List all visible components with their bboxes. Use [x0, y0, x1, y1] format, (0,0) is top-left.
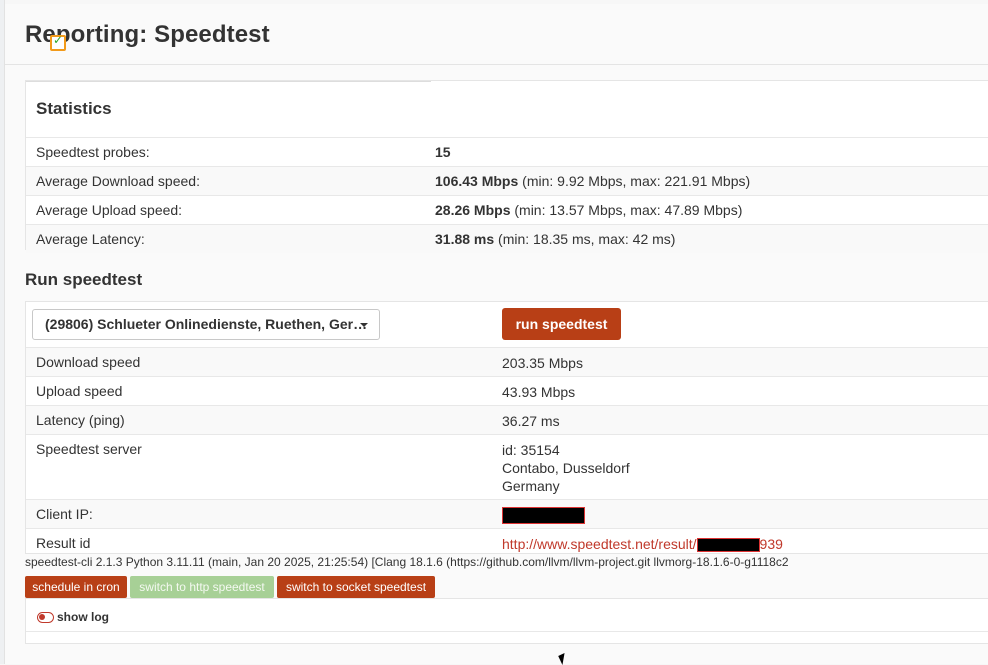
- stat-label: Average Latency:: [36, 231, 145, 247]
- stat-label: Average Download speed:: [36, 173, 200, 189]
- stat-row-probes: Speedtest probes: 15: [26, 137, 988, 166]
- log-panel: show log: [25, 598, 988, 644]
- stat-label: Average Upload speed:: [36, 202, 183, 218]
- switch-socket-button[interactable]: switch to socket speedtest: [277, 576, 435, 598]
- result-row-server: Speedtest server id: 35154 Contabo, Duss…: [26, 434, 988, 499]
- stat-value: 31.88 ms (min: 18.35 ms, max: 42 ms): [435, 231, 676, 247]
- cli-version-info: speedtest-cli 2.1.3 Python 3.11.11 (main…: [25, 555, 789, 569]
- page-header: Reporting: Speedtest ✓: [5, 4, 988, 65]
- run-controls-row: (29806) Schlueter Onlinedienste, Ruethen…: [26, 302, 988, 343]
- result-row-latency: Latency (ping) 36.27 ms: [26, 405, 988, 434]
- result-label: Client IP:: [36, 506, 93, 522]
- stat-value: 28.26 Mbps (min: 13.57 Mbps, max: 47.89 …: [435, 202, 743, 218]
- result-row-result-id: Result id http://www.speedtest.net/resul…: [26, 528, 988, 555]
- show-log-label: show log: [57, 610, 109, 624]
- result-value: id: 35154 Contabo, Dusseldorf Germany: [502, 442, 630, 494]
- run-speedtest-title: Run speedtest: [25, 270, 143, 289]
- chevron-down-icon: [360, 323, 368, 327]
- result-value: 36.27 ms: [502, 413, 560, 429]
- server-select[interactable]: (29806) Schlueter Onlinedienste, Ruethen…: [32, 309, 380, 340]
- run-speedtest-button[interactable]: run speedtest: [502, 308, 621, 340]
- result-row-upload: Upload speed 43.93 Mbps: [26, 376, 988, 405]
- stat-value: 15: [435, 144, 451, 160]
- stat-value: 106.43 Mbps (min: 9.92 Mbps, max: 221.91…: [435, 173, 751, 189]
- result-label: Speedtest server: [36, 441, 142, 457]
- stat-row-download: Average Download speed: 106.43 Mbps (min…: [26, 166, 988, 195]
- result-link[interactable]: http://www.speedtest.net/result/939: [502, 535, 783, 553]
- result-value: 43.93 Mbps: [502, 384, 576, 400]
- switch-http-button[interactable]: switch to http speedtest: [130, 576, 274, 598]
- stat-row-upload: Average Upload speed: 28.26 Mbps (min: 1…: [26, 195, 988, 224]
- statistics-title: Statistics: [36, 99, 112, 118]
- result-label: Download speed: [36, 354, 141, 370]
- result-label: Upload speed: [36, 383, 123, 399]
- page-content: Reporting: Speedtest ✓ Statistics Speedt…: [5, 4, 988, 664]
- result-row-client-ip: Client IP:: [26, 499, 988, 528]
- schedule-in-cron-button[interactable]: schedule in cron: [25, 576, 127, 598]
- result-label: Latency (ping): [36, 412, 125, 428]
- statistics-panel: Statistics Speedtest probes: 15 Average …: [25, 80, 988, 253]
- stat-label: Speedtest probes:: [36, 144, 150, 160]
- result-value: 203.35 Mbps: [502, 355, 583, 371]
- toggle-off-icon[interactable]: [37, 612, 54, 623]
- show-log-toggle[interactable]: show log: [26, 603, 988, 632]
- calendar-check-icon[interactable]: ✓: [50, 34, 66, 51]
- result-label: Result id: [36, 535, 91, 551]
- run-speedtest-panel: (29806) Schlueter Onlinedienste, Ruethen…: [25, 301, 988, 554]
- client-ip-redacted: [502, 505, 585, 524]
- stat-row-latency: Average Latency: 31.88 ms (min: 18.35 ms…: [26, 224, 988, 253]
- result-row-download: Download speed 203.35 Mbps: [26, 347, 988, 376]
